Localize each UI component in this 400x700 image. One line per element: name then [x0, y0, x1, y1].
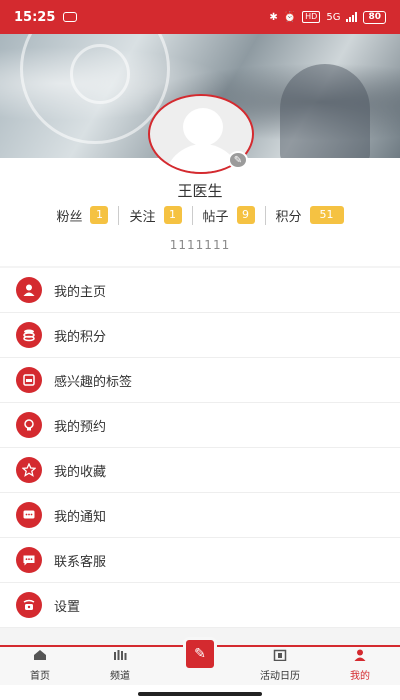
bottom-navigation: 首页 频道 ✎ 活动日历 我的 — [0, 637, 400, 685]
tag-icon — [16, 367, 42, 393]
coins-icon — [16, 322, 42, 348]
status-bar: 15:25 ✱ ⏰ HD 5G 80 — [0, 0, 400, 34]
menu-item-homepage[interactable]: 我的主页 — [0, 268, 400, 313]
stat-label: 关注 — [129, 209, 156, 225]
stat-points[interactable]: 积分 51 — [264, 205, 354, 225]
chat-icon — [16, 547, 42, 573]
stat-following[interactable]: 关注 1 — [118, 205, 191, 225]
profile-menu: 我的主页 我的积分 感兴趣的标签 我的预约 我的收藏 我的通知 联系客服 设置 — [0, 268, 400, 628]
status-time: 15:25 — [14, 9, 56, 25]
user-stats: 粉丝 1 关注 1 帖子 9 积分 51 — [0, 204, 400, 226]
menu-item-favorites[interactable]: 我的收藏 — [0, 448, 400, 493]
signal-icon — [346, 12, 358, 22]
stat-posts[interactable]: 帖子 9 — [191, 205, 265, 225]
person-icon — [353, 649, 367, 665]
person-icon — [16, 277, 42, 303]
menu-item-label: 我的通知 — [54, 509, 107, 525]
nav-channel[interactable]: 频道 — [80, 647, 160, 685]
stat-count-badge: 1 — [90, 206, 109, 224]
surgeon-silhouette — [280, 64, 370, 158]
menu-item-label: 联系客服 — [54, 554, 107, 570]
menu-item-label: 我的预约 — [54, 419, 107, 435]
bluetooth-icon: ✱ — [269, 11, 278, 23]
menu-item-settings[interactable]: 设置 — [0, 583, 400, 628]
menu-item-points[interactable]: 我的积分 — [0, 313, 400, 358]
menu-item-notifications[interactable]: 我的通知 — [0, 493, 400, 538]
alarm-icon: ⏰ — [283, 11, 297, 23]
pencil-icon: ✎ — [183, 637, 217, 671]
surgical-lamp-shape — [70, 44, 130, 104]
avatar-head-shape — [183, 108, 223, 146]
nav-mine[interactable]: 我的 — [320, 647, 400, 685]
nav-create[interactable]: ✎ — [160, 637, 240, 685]
nav-label: 首页 — [30, 671, 50, 682]
settings-icon — [16, 592, 42, 618]
stat-fans[interactable]: 粉丝 1 — [46, 206, 118, 225]
stat-count-badge: 51 — [309, 206, 344, 224]
menu-item-label: 设置 — [54, 599, 81, 615]
stat-count-badge: 9 — [236, 206, 255, 224]
menu-item-label: 我的积分 — [54, 329, 107, 345]
edit-pencil-icon[interactable]: ✎ — [228, 151, 248, 169]
cloud-icon — [63, 12, 78, 22]
message-icon — [16, 502, 42, 528]
menu-item-label: 我的收藏 — [54, 464, 107, 480]
stat-label: 积分 — [275, 209, 302, 225]
home-indicator[interactable] — [138, 692, 262, 696]
stat-label: 帖子 — [202, 209, 229, 225]
star-icon — [16, 457, 42, 483]
bars-icon — [113, 649, 127, 665]
menu-item-customer-service[interactable]: 联系客服 — [0, 538, 400, 583]
home-icon — [33, 649, 47, 665]
lightbulb-icon — [16, 412, 42, 438]
stat-label: 粉丝 — [56, 209, 83, 225]
menu-item-interest-tags[interactable]: 感兴趣的标签 — [0, 358, 400, 403]
nav-calendar[interactable]: 活动日历 — [240, 647, 320, 685]
status-icons: ✱ ⏰ HD 5G 80 — [269, 10, 386, 24]
nav-home[interactable]: 首页 — [0, 647, 80, 685]
battery-icon: 80 — [363, 10, 386, 24]
nav-label: 频道 — [110, 671, 130, 682]
nav-label: 活动日历 — [260, 671, 300, 682]
hd-badge: HD — [302, 11, 321, 23]
menu-item-label: 我的主页 — [54, 284, 107, 300]
user-id: 1111111 — [169, 238, 231, 252]
stat-count-badge: 1 — [163, 206, 182, 224]
nav-label: 我的 — [350, 671, 370, 682]
menu-item-appointments[interactable]: 我的预约 — [0, 403, 400, 448]
calendar-icon — [273, 649, 287, 665]
network-label: 5G — [326, 11, 341, 23]
menu-item-label: 感兴趣的标签 — [54, 374, 133, 390]
user-name: 王医生 — [177, 182, 223, 200]
